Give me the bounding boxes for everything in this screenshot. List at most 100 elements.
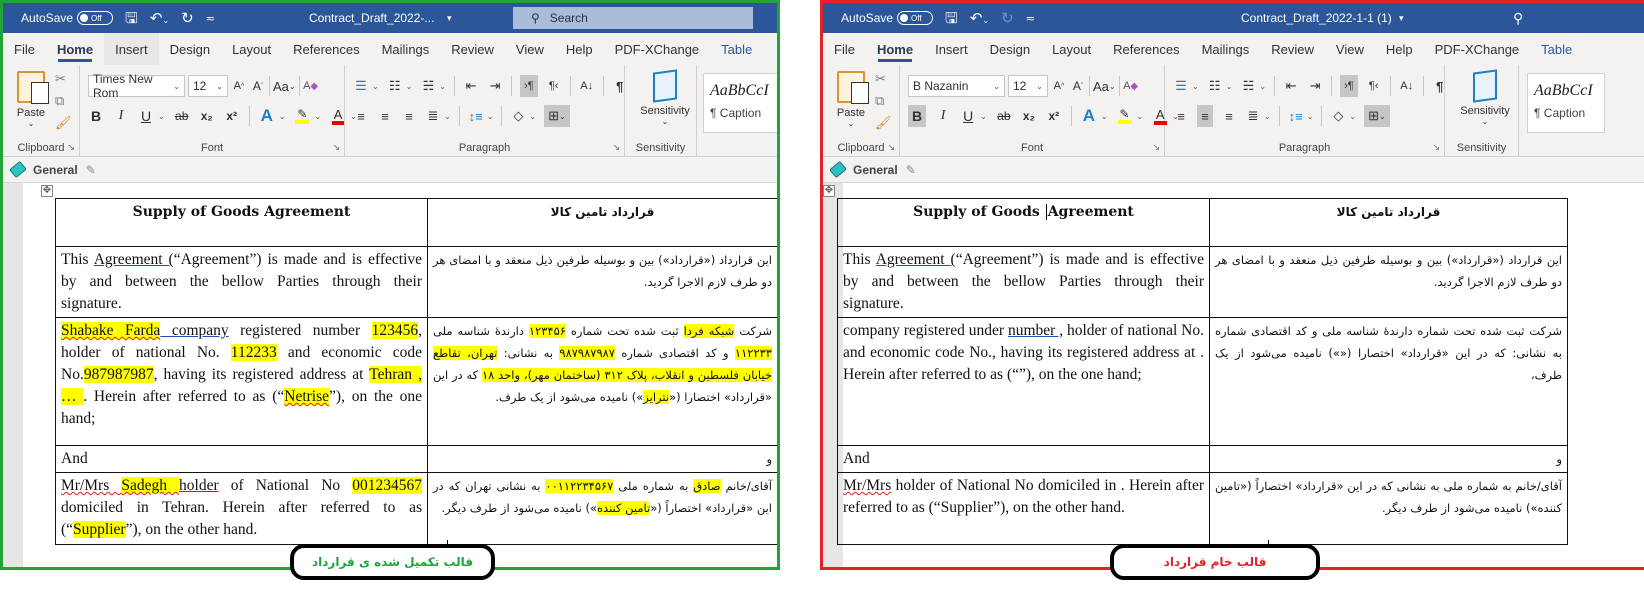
tab-help[interactable]: Help	[555, 33, 604, 65]
numbering-icon[interactable]: ☷	[387, 75, 403, 97]
party2-cell-en[interactable]: Mr/Mrs holder of National No domiciled i…	[837, 472, 1210, 545]
align-center-icon[interactable]: ≡	[1197, 105, 1213, 127]
document-title[interactable]: Contract_Draft_2022-...	[309, 11, 434, 25]
highlight-color-icon[interactable]: ✎	[294, 105, 310, 127]
font-launcher-icon[interactable]: ↘	[1152, 142, 1160, 153]
ltr-direction-icon[interactable]: ›¶	[1340, 75, 1358, 97]
tab-help[interactable]: Help	[1375, 33, 1424, 65]
customize-qat-icon[interactable]: ≂	[1026, 13, 1035, 24]
tab-file[interactable]: File	[3, 33, 46, 65]
tab-pdf-xchange[interactable]: PDF-XChange	[604, 33, 711, 65]
paragraph-launcher-icon[interactable]: ↘	[612, 142, 620, 153]
italic-button[interactable]: I	[113, 105, 129, 127]
tab-view[interactable]: View	[1325, 33, 1375, 65]
font-name-combo[interactable]: B Nazanin ⌄	[908, 75, 1005, 97]
party2-cell-fa[interactable]: آقای/خانم به شماره ملی به نشانی که در ای…	[1209, 472, 1568, 545]
underline-button[interactable]: U	[960, 105, 976, 127]
chevron-down-icon[interactable]: ⌄	[372, 82, 379, 91]
clear-formatting-icon[interactable]: A ◆	[303, 75, 319, 97]
borders-icon[interactable]: ⊞ ⌄	[544, 105, 570, 127]
chevron-down-icon[interactable]: ⌄	[439, 82, 446, 91]
shading-icon[interactable]: ◇	[510, 105, 526, 127]
shrink-font-icon[interactable]: Aˇ	[1070, 75, 1086, 97]
autosave-control[interactable]: AutoSave Off	[21, 11, 114, 25]
text-effects-icon[interactable]: A	[1081, 105, 1097, 127]
ltr-direction-icon[interactable]: ›¶	[520, 75, 538, 97]
pencil-icon[interactable]: ✎	[906, 163, 916, 177]
shrink-font-icon[interactable]: Aˇ	[250, 75, 266, 97]
chevron-down-icon[interactable]: ⌄	[1264, 112, 1271, 121]
align-right-icon[interactable]: ≡	[401, 105, 417, 127]
tab-insert[interactable]: Insert	[104, 33, 159, 65]
table-move-handle-icon[interactable]: ✥	[41, 185, 53, 197]
multilevel-list-icon[interactable]: ☵	[420, 75, 436, 97]
increase-indent-icon[interactable]: ⇥	[487, 75, 503, 97]
search-icon[interactable]: ⚲	[1513, 10, 1523, 27]
party1-cell-fa[interactable]: شرکت شبکه فردا ثبت شده تحت شماره ۱۲۳۴۵۶ …	[427, 317, 777, 446]
style-gallery-caption[interactable]: AaBbCcI ¶ Caption	[703, 73, 777, 133]
sensitivity-button[interactable]: Sensitivity ⌄	[635, 69, 695, 126]
tab-table[interactable]: Table	[1530, 33, 1583, 65]
document-title[interactable]: Contract_Draft_2022-1-1 (1)	[1241, 11, 1392, 25]
sensitivity-button[interactable]: Sensitivity ⌄	[1455, 69, 1515, 126]
chevron-down-icon[interactable]: ⌄	[1349, 112, 1356, 121]
tab-layout[interactable]: Layout	[221, 33, 282, 65]
party2-cell-fa[interactable]: آقای/خانم صادق به شماره ملی ۰۰۱۱۲۲۳۴۵۶۷ …	[427, 472, 777, 545]
chevron-down-icon[interactable]: ⌄	[406, 82, 413, 91]
chevron-down-icon[interactable]: ⌄	[1137, 112, 1144, 121]
line-spacing-icon[interactable]: ↕≡	[468, 105, 484, 127]
undo-icon[interactable]: ↶⌄	[970, 10, 989, 26]
clipboard-launcher-icon[interactable]: ↘	[887, 142, 895, 153]
subscript-button[interactable]: x₂	[1021, 105, 1037, 127]
decrease-indent-icon[interactable]: ⇤	[1283, 75, 1299, 97]
tab-home[interactable]: Home	[46, 33, 104, 65]
tab-references[interactable]: References	[282, 33, 370, 65]
tab-mailings[interactable]: Mailings	[371, 33, 441, 65]
chevron-down-icon[interactable]: ⌄	[980, 112, 987, 121]
line-spacing-icon[interactable]: ↕≡	[1288, 105, 1304, 127]
save-icon[interactable]: 🖫	[125, 10, 138, 26]
tab-layout[interactable]: Layout	[1041, 33, 1102, 65]
paragraph-launcher-icon[interactable]: ↘	[1432, 142, 1440, 153]
table-move-handle-icon[interactable]: ✥	[823, 185, 835, 197]
rtl-direction-icon[interactable]: ¶‹	[1366, 75, 1382, 97]
clipboard-launcher-icon[interactable]: ↘	[67, 142, 75, 153]
chevron-down-icon[interactable]: ⌄	[1307, 112, 1314, 121]
autosave-control[interactable]: AutoSave Off	[841, 11, 934, 25]
font-size-combo[interactable]: 12 ⌄	[1008, 75, 1048, 97]
highlight-color-icon[interactable]: ✎	[1117, 105, 1133, 127]
party1-cell-en[interactable]: company registered under number , holder…	[837, 317, 1210, 446]
party2-cell-en[interactable]: Mr/Mrs Sadegh holder of National No 0012…	[55, 472, 428, 545]
title-dropdown-icon[interactable]: ▾	[1399, 13, 1404, 24]
intro-cell-fa[interactable]: این قرارداد («قرارداد») بین و بوسیله طرف…	[427, 246, 777, 318]
font-launcher-icon[interactable]: ↘	[332, 142, 340, 153]
and-cell-en[interactable]: And	[837, 445, 1210, 473]
party1-cell-en[interactable]: Shabake Farda company registered number …	[55, 317, 428, 446]
sort-icon[interactable]: A↓	[1399, 75, 1415, 97]
title-cell-en[interactable]: Supply of Goods Agreement	[55, 198, 428, 247]
chevron-down-icon[interactable]: ⌄	[279, 112, 286, 121]
title-dropdown-icon[interactable]: ▾	[447, 13, 452, 24]
chevron-down-icon[interactable]: ⌄	[487, 112, 494, 121]
decrease-indent-icon[interactable]: ⇤	[463, 75, 479, 97]
underline-button[interactable]: U	[138, 105, 154, 127]
chevron-down-icon[interactable]: ⌄	[1192, 82, 1199, 91]
chevron-down-icon[interactable]: ⌄	[1259, 82, 1266, 91]
undo-icon[interactable]: ↶⌄	[150, 10, 169, 26]
strikethrough-button[interactable]: ab	[996, 105, 1012, 127]
grow-font-icon[interactable]: A ^	[1051, 75, 1067, 97]
font-color-icon[interactable]: A	[330, 105, 346, 127]
party1-cell-fa[interactable]: شرکت ثبت شده تحت شماره دارندهٔ شناسه ملی…	[1209, 317, 1568, 446]
title-cell-en[interactable]: Supply of Goods Agreement	[837, 198, 1210, 247]
save-icon[interactable]: 🖫	[945, 10, 958, 26]
tab-pdf-xchange[interactable]: PDF-XChange	[1424, 33, 1531, 65]
text-effects-icon[interactable]: A	[259, 105, 275, 127]
tab-mailings[interactable]: Mailings	[1191, 33, 1261, 65]
cut-icon[interactable]: ✂	[55, 71, 66, 87]
align-left-icon[interactable]: ≡	[353, 105, 369, 127]
paste-button[interactable]: Paste ⌄	[13, 71, 49, 128]
intro-cell-en[interactable]: This Agreement (“Agreement”) is made and…	[55, 246, 428, 318]
sensitivity-label[interactable]: General	[33, 163, 78, 177]
justify-icon[interactable]: ≣	[425, 105, 441, 127]
subscript-button[interactable]: x₂	[199, 105, 215, 127]
